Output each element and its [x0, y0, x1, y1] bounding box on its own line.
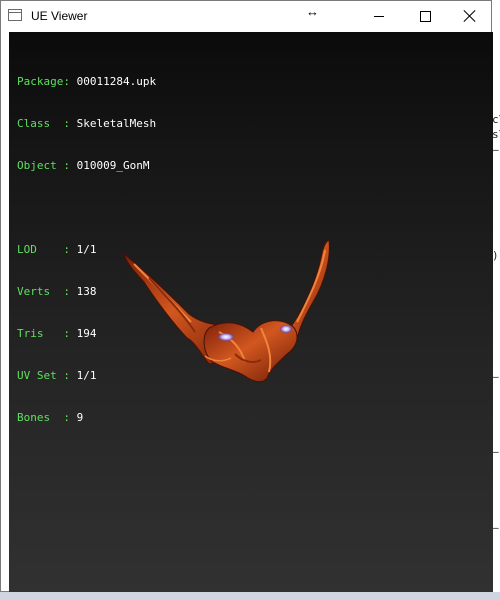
right-eye-glow	[280, 325, 292, 333]
close-icon	[464, 10, 476, 22]
console-char	[492, 188, 500, 203]
maximize-button[interactable]	[402, 1, 448, 31]
console-char	[492, 293, 500, 308]
console-char	[492, 233, 500, 248]
ue-viewer-window: UE Viewer ↔ Package: 00011284.upk Class …	[0, 0, 493, 592]
console-char	[492, 157, 500, 172]
3d-viewport[interactable]: Package: 00011284.upk Class : SkeletalMe…	[9, 32, 493, 592]
console-char	[492, 565, 500, 580]
console-char	[492, 399, 500, 414]
console-char: c\	[492, 113, 500, 127]
console-char: —	[492, 369, 499, 383]
console-char	[492, 308, 500, 323]
window-title: UE Viewer	[31, 9, 88, 23]
console-char	[492, 474, 500, 489]
console-char	[492, 339, 500, 354]
close-button[interactable]	[447, 1, 493, 31]
console-char: s\	[492, 128, 500, 142]
console-char	[492, 490, 500, 505]
console-char	[492, 535, 500, 550]
console-char	[492, 97, 500, 112]
console-char	[492, 278, 500, 293]
minimize-button[interactable]	[356, 1, 402, 31]
console-char	[492, 414, 500, 429]
console-char	[492, 218, 500, 233]
title-bar[interactable]: UE Viewer ↔	[1, 1, 491, 31]
window-icon	[8, 9, 22, 21]
console-char	[492, 429, 500, 444]
console-char	[492, 505, 500, 520]
console-char	[492, 384, 500, 399]
console-char: )	[492, 249, 499, 263]
taskbar-strip	[0, 592, 500, 600]
console-char	[492, 263, 500, 278]
maximize-icon	[419, 10, 431, 22]
console-char	[492, 82, 500, 97]
console-char	[492, 459, 500, 474]
console-char	[492, 324, 500, 339]
console-char: —	[492, 143, 499, 157]
minimize-icon	[374, 15, 384, 17]
resize-horizontal-cursor: ↔	[306, 4, 319, 19]
console-char	[492, 354, 500, 369]
console-char: —	[492, 445, 499, 459]
skeletal-mesh-render	[123, 239, 330, 383]
left-eye-glow	[218, 333, 234, 341]
console-char: —	[492, 520, 499, 534]
console-char	[492, 550, 500, 565]
background-console-right: c\s\— ) — — —	[492, 82, 500, 600]
console-char	[492, 203, 500, 218]
console-char	[492, 173, 500, 188]
